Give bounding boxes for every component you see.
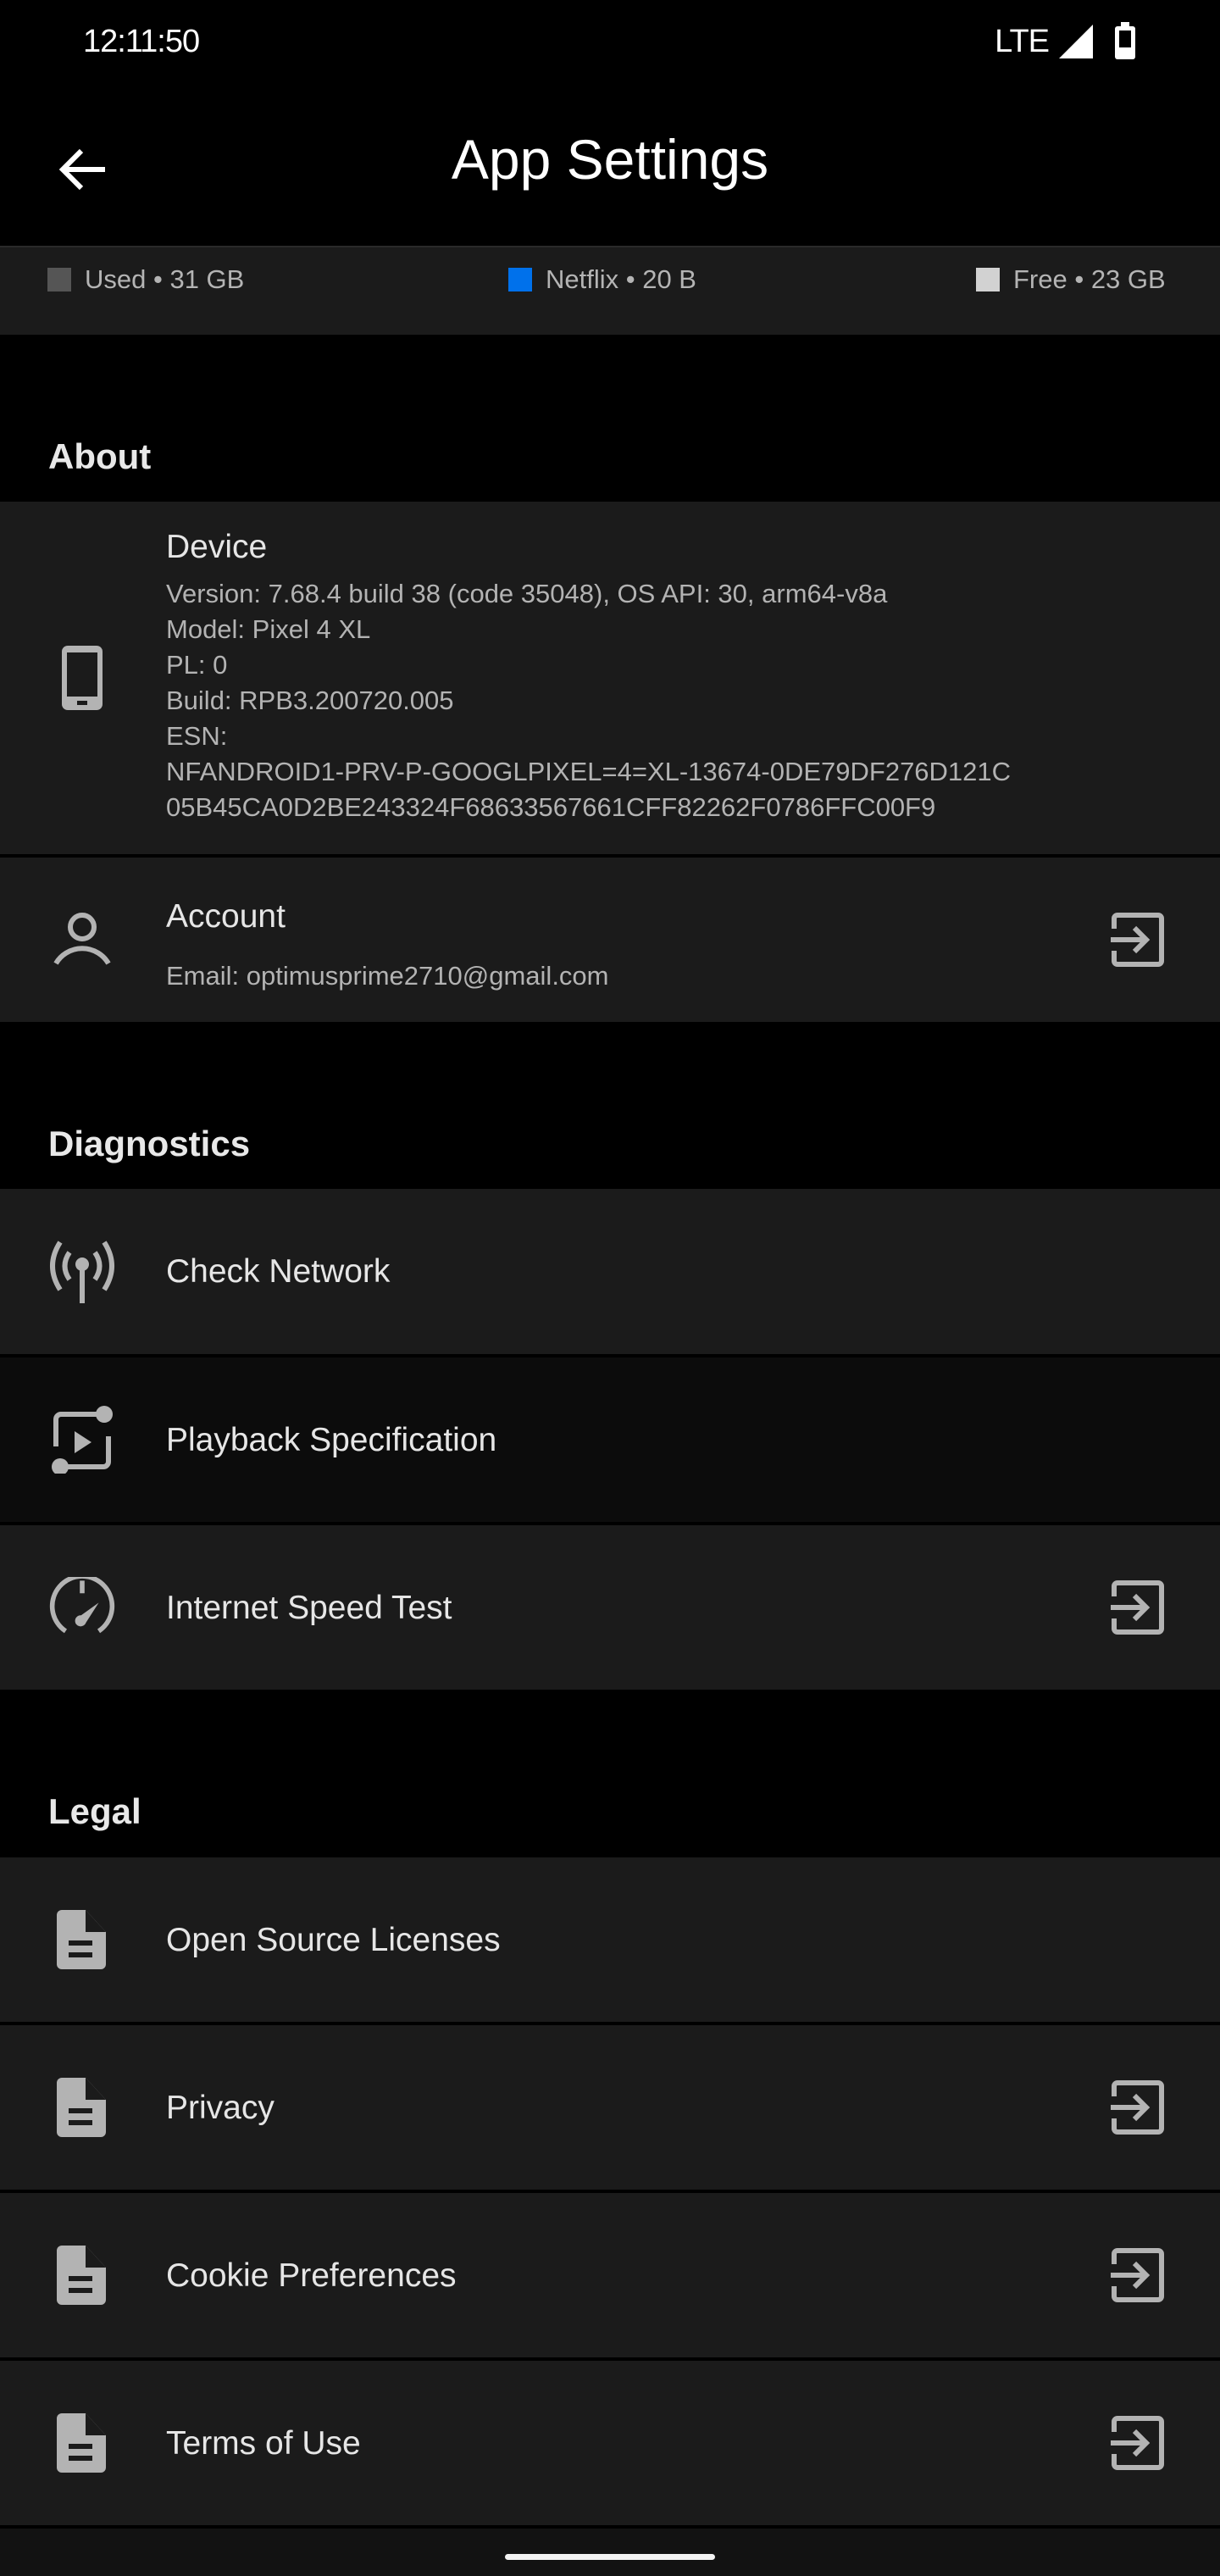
playback-specification-row[interactable]: Playback Specification [0,1357,1220,1522]
person-icon [48,906,116,974]
legend-used-label: Used • 31 GB [85,264,245,294]
cookie-preferences-label: Cookie Preferences [166,2257,457,2294]
check-network-label: Check Network [166,1253,391,1290]
device-esn-line-2: 05B45CA0D2BE243324F68633567661CFF82262F0… [166,792,936,822]
smartphone-icon [48,644,116,712]
battery-icon [1113,22,1137,61]
playback-specification-label: Playback Specification [166,1422,497,1458]
device-title: Device [166,529,268,565]
legend-free-label: Free • 23 GB [1013,264,1166,294]
privacy-label: Privacy [166,2090,274,2126]
device-esn-label: ESN: [166,721,228,751]
netflix-swatch [508,268,532,291]
open-external-icon[interactable] [1103,2409,1171,2477]
antenna-icon [48,1237,116,1305]
status-bar: 12:11:50 LTE [0,0,1220,93]
terms-of-use-label: Terms of Use [166,2425,361,2462]
open-source-licenses-row[interactable]: Open Source Licenses [0,1857,1220,2022]
speedometer-icon [48,1574,116,1641]
system-nav-bar [0,2529,1220,2576]
terms-of-use-row[interactable]: Terms of Use [0,2361,1220,2525]
legend-netflix: Netflix • 20 B [508,264,696,295]
document-icon [48,1906,116,1974]
legend-used: Used • 31 GB [47,264,244,295]
device-pl: PL: 0 [166,650,228,680]
legend-free: Free • 23 GB [976,264,1166,295]
device-build: Build: RPB3.200720.005 [166,686,454,715]
device-model: Model: Pixel 4 XL [166,614,371,644]
device-info-card: Device Version: 7.68.4 build 38 (code 35… [0,502,1220,854]
section-title-diagnostics: Diagnostics [48,1124,251,1163]
home-gesture-handle[interactable] [505,2554,715,2560]
free-swatch [976,268,1000,291]
open-external-icon[interactable] [1103,2074,1171,2141]
device-version: Version: 7.68.4 build 38 (code 35048), O… [166,579,888,608]
section-title-about: About [48,436,152,476]
status-icons: LTE [995,22,1137,61]
playback-spec-icon [48,1406,116,1474]
open-external-icon[interactable] [1103,1574,1171,1641]
device-esn-line-1: NFANDROID1-PRV-P-GOOGLPIXEL=4=XL-13674-0… [166,757,1012,786]
legend-netflix-label: Netflix • 20 B [546,264,696,294]
app-header: App Settings [0,93,1220,246]
document-icon [48,2241,116,2309]
account-email: Email: optimusprime2710@gmail.com [166,961,609,991]
signal-icon [1057,23,1095,60]
account-row[interactable]: Account Email: optimusprime2710@gmail.co… [0,858,1220,1022]
open-external-icon[interactable] [1103,906,1171,974]
internet-speed-test-row[interactable]: Internet Speed Test [0,1525,1220,1690]
account-title: Account [166,898,286,935]
privacy-row[interactable]: Privacy [0,2025,1220,2190]
internet-speed-test-label: Internet Speed Test [166,1590,452,1626]
check-network-row[interactable]: Check Network [0,1189,1220,1354]
used-swatch [47,268,71,291]
device-details: Version: 7.68.4 build 38 (code 35048), O… [166,576,1011,825]
document-icon [48,2409,116,2477]
section-title-legal: Legal [48,1791,141,1831]
open-external-icon[interactable] [1103,2241,1171,2309]
network-type: LTE [995,23,1050,59]
page-title: App Settings [451,128,769,191]
storage-legend: Used • 31 GB Netflix • 20 B Free • 23 GB [0,246,1220,335]
open-source-licenses-label: Open Source Licenses [166,1922,501,1958]
status-time: 12:11:50 [83,24,200,59]
document-icon [48,2074,116,2141]
cookie-preferences-row[interactable]: Cookie Preferences [0,2193,1220,2357]
